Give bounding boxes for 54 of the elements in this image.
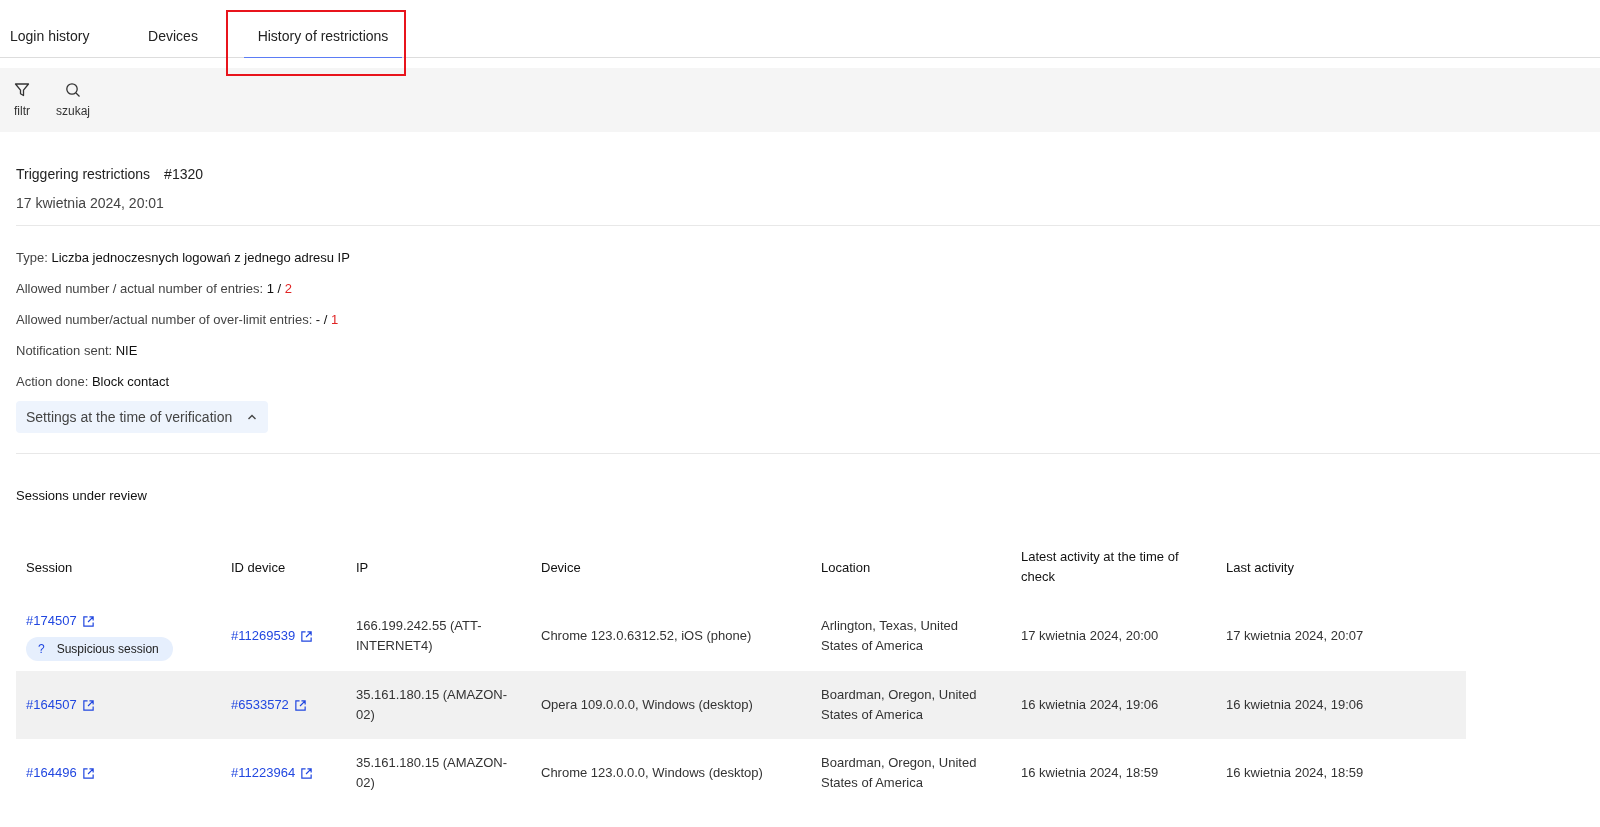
table-cell: Opera 109.0.0.0, Windows (desktop) xyxy=(541,697,753,712)
column-header: Last activity xyxy=(1226,559,1294,575)
table-row[interactable]: #174507 ? Suspicious session #11269539 166.199.242.55 (ATT-INTERNET4) Chrome 123.0.6312.52, iOS (phone) Arlington, Texas, United States of America 17 kwietnia 2024, 20:00 17 kwietnia 2024, 20:07 xyxy=(16,601,1466,671)
detail-line: Notification sent: NIE xyxy=(16,343,138,359)
external-link-icon xyxy=(300,629,314,643)
column-header: Device xyxy=(541,559,581,575)
external-link-icon xyxy=(81,614,95,628)
detail-line: Type: Liczba jednoczesnych logowań z jednego adresu IP xyxy=(16,250,350,266)
filter-button[interactable]: filtr xyxy=(10,78,34,122)
detail-line: Allowed number / actual number of entries: 1 / 2 xyxy=(16,281,293,297)
section-title: Sessions under review xyxy=(16,488,148,503)
table-cell: 16 kwietnia 2024, 18:59 xyxy=(1226,765,1364,780)
column-header: ID device xyxy=(231,559,286,575)
detail-line: Allowed number/actual number of over-limit entries: - / 1 xyxy=(16,312,339,328)
table-cell: 16 kwietnia 2024, 19:06 xyxy=(1226,697,1364,712)
column-header: Location xyxy=(821,559,871,575)
restriction-date: 17 kwietnia 2024, 20:01 xyxy=(16,195,165,211)
table-cell-text: Boardman, Oregon, United States of America xyxy=(821,686,978,724)
table-cell-text: Boardman, Oregon, United States of America xyxy=(821,754,978,792)
table-row[interactable]: #164496 #11223964 35.161.180.15 (AMAZON-02) Chrome 123.0.0.0, Windows (desktop) Boardman, Oregon, United States of America 16 kwietnia 2024, 18:59 16 kwietnia 2024, 18:59 xyxy=(16,739,1466,807)
device-link[interactable]: #6533572 xyxy=(231,695,307,715)
tab[interactable]: Devices xyxy=(112,0,234,58)
column-header: Latest activity at the time of check xyxy=(1021,548,1180,586)
external-link-icon xyxy=(300,766,314,780)
table-cell: Chrome 123.0.0.0, Windows (desktop) xyxy=(541,765,763,780)
detail-line: Action done: Block contact xyxy=(16,374,170,390)
restriction-title: Triggering restrictions xyxy=(16,166,151,182)
table-cell: 17 kwietnia 2024, 20:00 xyxy=(1021,628,1159,643)
column-header: Session xyxy=(26,559,73,575)
external-link-icon xyxy=(81,766,95,780)
session-link[interactable]: #164496 xyxy=(26,763,95,783)
tab[interactable]: History of restrictions xyxy=(244,0,402,58)
table-cell-text: 35.161.180.15 (AMAZON-02) xyxy=(356,686,509,724)
table-cell: 17 kwietnia 2024, 20:07 xyxy=(1226,628,1364,643)
session-link[interactable]: #174507 xyxy=(26,611,95,631)
table-cell-text: 35.161.180.15 (AMAZON-02) xyxy=(356,754,509,792)
column-header: IP xyxy=(356,559,369,575)
table-cell-text: 166.199.242.55 (ATT-INTERNET4) xyxy=(356,617,483,655)
external-link-icon xyxy=(293,698,307,712)
table-cell: Chrome 123.0.6312.52, iOS (phone) xyxy=(541,628,752,643)
table-cell: 16 kwietnia 2024, 19:06 xyxy=(1021,697,1159,712)
settings-toggle[interactable]: Settings at the time of verification xyxy=(16,401,269,433)
tab[interactable]: Login history xyxy=(10,0,112,58)
restriction-number: #1320 xyxy=(164,166,204,182)
search-icon xyxy=(65,82,81,98)
search-button[interactable]: szukaj xyxy=(52,78,94,122)
external-link-icon xyxy=(81,698,95,712)
device-link[interactable]: #11269539 xyxy=(231,626,314,646)
filter-icon xyxy=(14,82,30,98)
table-cell-text: Arlington, Texas, United States of America xyxy=(821,617,960,655)
session-link[interactable]: #164507 xyxy=(26,695,95,715)
table-cell: 16 kwietnia 2024, 18:59 xyxy=(1021,765,1159,780)
device-link[interactable]: #11223964 xyxy=(231,763,314,783)
status-badge: ? Suspicious session xyxy=(26,637,173,661)
